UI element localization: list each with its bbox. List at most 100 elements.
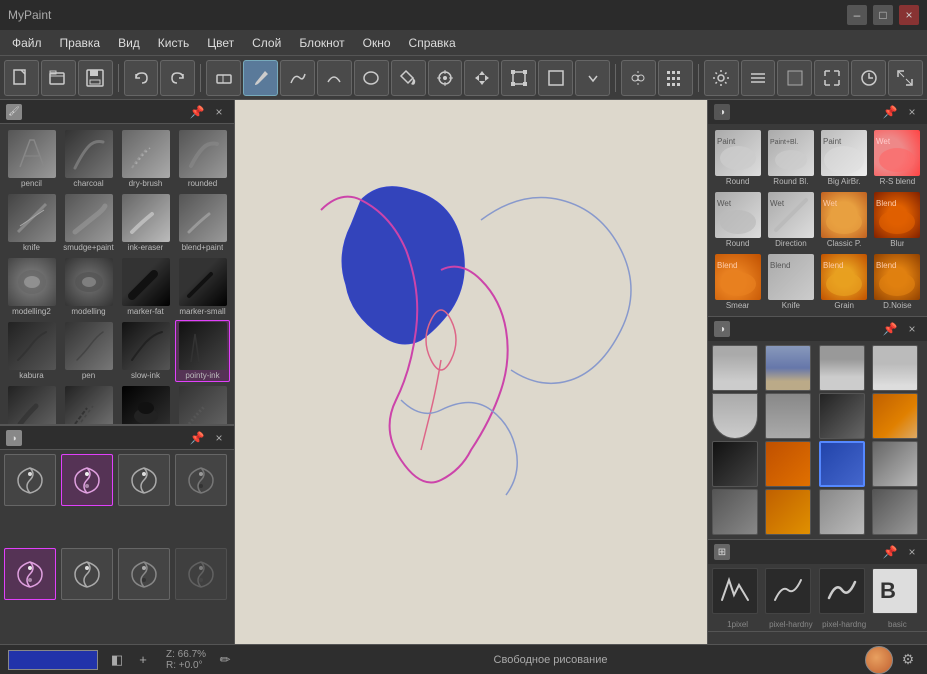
- menu-help[interactable]: Справка: [401, 34, 464, 52]
- dropdown-button[interactable]: [575, 60, 610, 96]
- menu-window[interactable]: Окно: [355, 34, 399, 52]
- preset-paint-roundbl[interactable]: Paint+Bl. Round Bl.: [765, 128, 816, 188]
- canvas-area[interactable]: [235, 100, 707, 644]
- brush-item-brush[interactable]: brush: [4, 384, 59, 424]
- add-layer-button[interactable]: +: [132, 649, 154, 671]
- symmetry-button[interactable]: [621, 60, 656, 96]
- brush-item-marker-small[interactable]: marker-small: [175, 256, 230, 318]
- s2-item-pencils[interactable]: [765, 345, 811, 391]
- rp-ink-pin[interactable]: 📌: [881, 320, 899, 338]
- freehand-button[interactable]: [280, 60, 315, 96]
- brush-item-knife[interactable]: knife: [4, 192, 59, 254]
- brush-panel-pin[interactable]: 📌: [188, 103, 206, 121]
- undo-button[interactable]: [124, 60, 159, 96]
- preset-blur[interactable]: Blend Blur: [872, 190, 923, 250]
- preset-smear[interactable]: Blend Smear: [712, 252, 763, 312]
- s2-item-brush2[interactable]: [819, 393, 865, 439]
- brush-item-pencil[interactable]: pencil: [4, 128, 59, 190]
- brush-item-marker-fat[interactable]: marker-fat: [118, 256, 173, 318]
- frame-button[interactable]: [538, 60, 573, 96]
- preset-paint-round[interactable]: Paint Round: [712, 128, 763, 188]
- brush-group-5[interactable]: [4, 548, 56, 600]
- brush-item-slow-ink[interactable]: slow-ink: [118, 320, 173, 382]
- brush-item-blend-paint[interactable]: blend+paint: [175, 192, 230, 254]
- s2-item-orangeinky[interactable]: [872, 393, 918, 439]
- brush-item-charcoal[interactable]: charcoal: [61, 128, 116, 190]
- minimize-button[interactable]: –: [847, 5, 867, 25]
- brush-item-pointy-ink[interactable]: pointy-ink: [175, 320, 230, 382]
- rp-paint-close[interactable]: ×: [903, 103, 921, 121]
- brush-group-2[interactable]: [61, 454, 113, 506]
- brush-group-8[interactable]: [175, 548, 227, 600]
- transform-button[interactable]: [501, 60, 536, 96]
- preset-grain[interactable]: Blend Grain: [819, 252, 870, 312]
- preset-rsblend[interactable]: Wet R-S blend: [872, 128, 923, 188]
- brush-item-inkblot[interactable]: ink-blot: [118, 384, 173, 424]
- preset-classic[interactable]: Wet Classic P.: [819, 190, 870, 250]
- brush-item-coarse[interactable]: coarse-bul-3: [175, 384, 230, 424]
- menu-brush[interactable]: Кисть: [150, 34, 197, 52]
- brush-item-rounded[interactable]: rounded: [175, 128, 230, 190]
- menu-view[interactable]: Вид: [110, 34, 148, 52]
- menu-button[interactable]: [741, 60, 776, 96]
- settings-button[interactable]: [704, 60, 739, 96]
- window-controls[interactable]: – □ ×: [847, 5, 919, 25]
- rp-paint-pin[interactable]: 📌: [881, 103, 899, 121]
- s2-item-orangebrush[interactable]: [765, 489, 811, 535]
- brush-groups-close[interactable]: ×: [210, 429, 228, 447]
- brush-item-pen[interactable]: pen: [61, 320, 116, 382]
- s3-item-1px[interactable]: [712, 568, 758, 614]
- expand-button[interactable]: [888, 60, 923, 96]
- brush-item-modelling2[interactable]: modelling2: [4, 256, 59, 318]
- brush-item-smudge[interactable]: smudge+paint: [61, 192, 116, 254]
- brush-item-kabura[interactable]: kabura: [4, 320, 59, 382]
- preset-wet-round[interactable]: Wet Round: [712, 190, 763, 250]
- status-settings-button[interactable]: ⚙: [897, 649, 919, 671]
- brush-tool-button[interactable]: [243, 60, 278, 96]
- fill-button[interactable]: [391, 60, 426, 96]
- menu-edit[interactable]: Правка: [52, 34, 109, 52]
- timelapse-button[interactable]: [851, 60, 886, 96]
- new-button[interactable]: [4, 60, 39, 96]
- brush-item-dry-brush[interactable]: dry-brush: [118, 128, 173, 190]
- s2-item-pen[interactable]: [712, 345, 758, 391]
- s2-item-greybrush[interactable]: [819, 489, 865, 535]
- layer-icon-button[interactable]: ◧: [106, 649, 128, 671]
- brush-item-modelling[interactable]: modelling: [61, 256, 116, 318]
- s3-item-blk[interactable]: [819, 568, 865, 614]
- curve-button[interactable]: [317, 60, 352, 96]
- rp-pixel-pin[interactable]: 📌: [881, 543, 899, 561]
- s2-item-marker2[interactable]: [765, 393, 811, 439]
- open-button[interactable]: [41, 60, 76, 96]
- s2-item-script[interactable]: [872, 441, 918, 487]
- ellipse-button[interactable]: [354, 60, 389, 96]
- menu-layer[interactable]: Слой: [244, 34, 289, 52]
- color-swatch[interactable]: [8, 650, 98, 670]
- save-button[interactable]: [78, 60, 113, 96]
- brush-item-ink-eraser[interactable]: ink-eraser: [118, 192, 173, 254]
- brush-panel-close[interactable]: ×: [210, 103, 228, 121]
- brush-group-4[interactable]: [175, 454, 227, 506]
- brush-mode-icon[interactable]: ✏: [214, 649, 236, 671]
- s3-item-hrd[interactable]: [765, 568, 811, 614]
- s2-item-callig[interactable]: [872, 345, 918, 391]
- preset-bigair[interactable]: Paint Big AirBr.: [819, 128, 870, 188]
- brush-group-1[interactable]: [4, 454, 56, 506]
- picker-button[interactable]: [428, 60, 463, 96]
- s2-item-bline[interactable]: [712, 489, 758, 535]
- fullscreen-button[interactable]: [814, 60, 849, 96]
- preset-dnoise[interactable]: Blend D.Noise: [872, 252, 923, 312]
- brush-group-6[interactable]: [61, 548, 113, 600]
- brush-groups-pin[interactable]: 📌: [188, 429, 206, 447]
- s3-item-basic[interactable]: B: [872, 568, 918, 614]
- brush-item-textured-ink[interactable]: textured-ink: [61, 384, 116, 424]
- brushes-panel-button[interactable]: [658, 60, 693, 96]
- s2-item-drop[interactable]: [712, 393, 758, 439]
- menu-file[interactable]: Файл: [4, 34, 50, 52]
- redo-button[interactable]: [160, 60, 195, 96]
- brush-group-7[interactable]: [118, 548, 170, 600]
- menu-scratchpad[interactable]: Блокнот: [291, 34, 352, 52]
- brush-group-3[interactable]: [118, 454, 170, 506]
- preset-knife-rp[interactable]: Blend Knife: [765, 252, 816, 312]
- s2-item-orangepen[interactable]: [765, 441, 811, 487]
